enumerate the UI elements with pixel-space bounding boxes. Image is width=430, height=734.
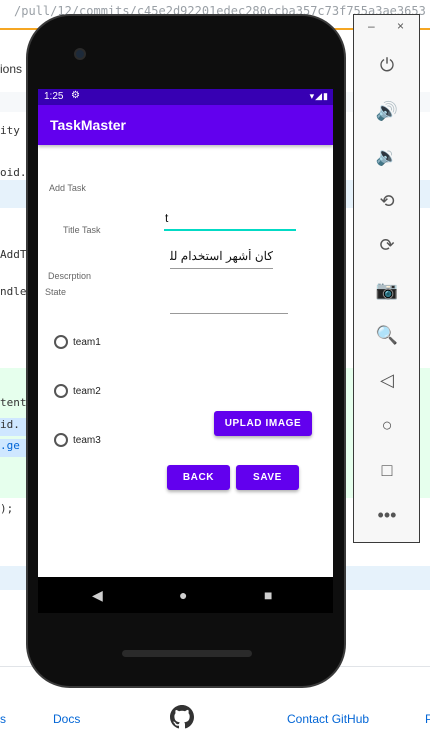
nav-back-icon[interactable]: ◀ [92, 587, 103, 603]
back-button[interactable]: BACK [167, 465, 230, 490]
status-bar: 1:25 ⚙ ▾◢▮ [38, 89, 333, 105]
team1-label: team1 [73, 337, 101, 348]
footer-link-contact[interactable]: Contact GitHub [287, 712, 369, 726]
save-button[interactable]: SAVE [236, 465, 299, 490]
volume-up-icon[interactable]: 🔊 [375, 99, 399, 123]
close-icon[interactable]: × [397, 19, 404, 33]
volume-down-icon[interactable]: 🔉 [375, 144, 399, 168]
front-camera [74, 48, 86, 60]
nav-recents-icon[interactable]: ■ [264, 587, 272, 603]
camera-icon[interactable]: 📷 [375, 278, 399, 302]
rotate-right-icon[interactable]: ⟳ [375, 233, 399, 257]
footer-link-fragment[interactable]: s [0, 712, 6, 726]
overview-square-icon[interactable]: □ [375, 458, 399, 482]
radio-circle-icon[interactable] [54, 433, 68, 447]
more-icon[interactable]: ••• [375, 503, 399, 527]
app-title: TaskMaster [50, 117, 127, 133]
status-time: 1:25 [44, 91, 64, 102]
add-task-label: Add Task [49, 183, 86, 193]
phone-screen: 1:25 ⚙ ▾◢▮ TaskMaster Add Task Title Tas… [38, 89, 333, 577]
description-input[interactable]: كان أشهر استخدام للح [170, 249, 273, 269]
upload-image-button[interactable]: UPLAD IMAGE [214, 411, 312, 436]
radio-circle-icon[interactable] [54, 384, 68, 398]
team2-label: team2 [73, 386, 101, 397]
footer-link-docs[interactable]: Docs [53, 712, 80, 726]
rotate-left-icon[interactable]: ⟲ [375, 189, 399, 213]
github-logo-icon[interactable] [170, 705, 194, 729]
ide-tab-label: ions [0, 62, 23, 76]
footer-link-fragment-right[interactable]: P [425, 712, 430, 726]
emulator-toolbar: – × ⏻ 🔊 🔉 ⟲ ⟳ 📷 🔍 ◁ ○ □ ••• [353, 14, 420, 543]
battery-icon: ▮ [323, 91, 329, 101]
zoom-icon[interactable]: 🔍 [375, 323, 399, 347]
signal-icon: ◢ [315, 91, 324, 101]
state-label: State [45, 287, 67, 297]
app-bar: TaskMaster [38, 105, 333, 145]
minimize-icon[interactable]: – [368, 19, 375, 33]
power-icon[interactable]: ⏻ [375, 53, 399, 77]
team3-label: team3 [73, 435, 101, 446]
title-task-label: Title Task [63, 225, 101, 235]
description-label: Descrption [48, 271, 92, 281]
state-input[interactable] [170, 294, 288, 314]
radio-circle-icon[interactable] [54, 335, 68, 349]
bottom-speaker [122, 650, 252, 657]
nav-home-icon[interactable]: ● [179, 587, 187, 603]
settings-gear-icon: ⚙ [71, 90, 80, 101]
title-input[interactable]: t [164, 211, 296, 231]
android-nav-bar: ◀ ● ■ [38, 577, 333, 613]
back-triangle-icon[interactable]: ◁ [375, 368, 399, 392]
home-circle-icon[interactable]: ○ [375, 413, 399, 437]
